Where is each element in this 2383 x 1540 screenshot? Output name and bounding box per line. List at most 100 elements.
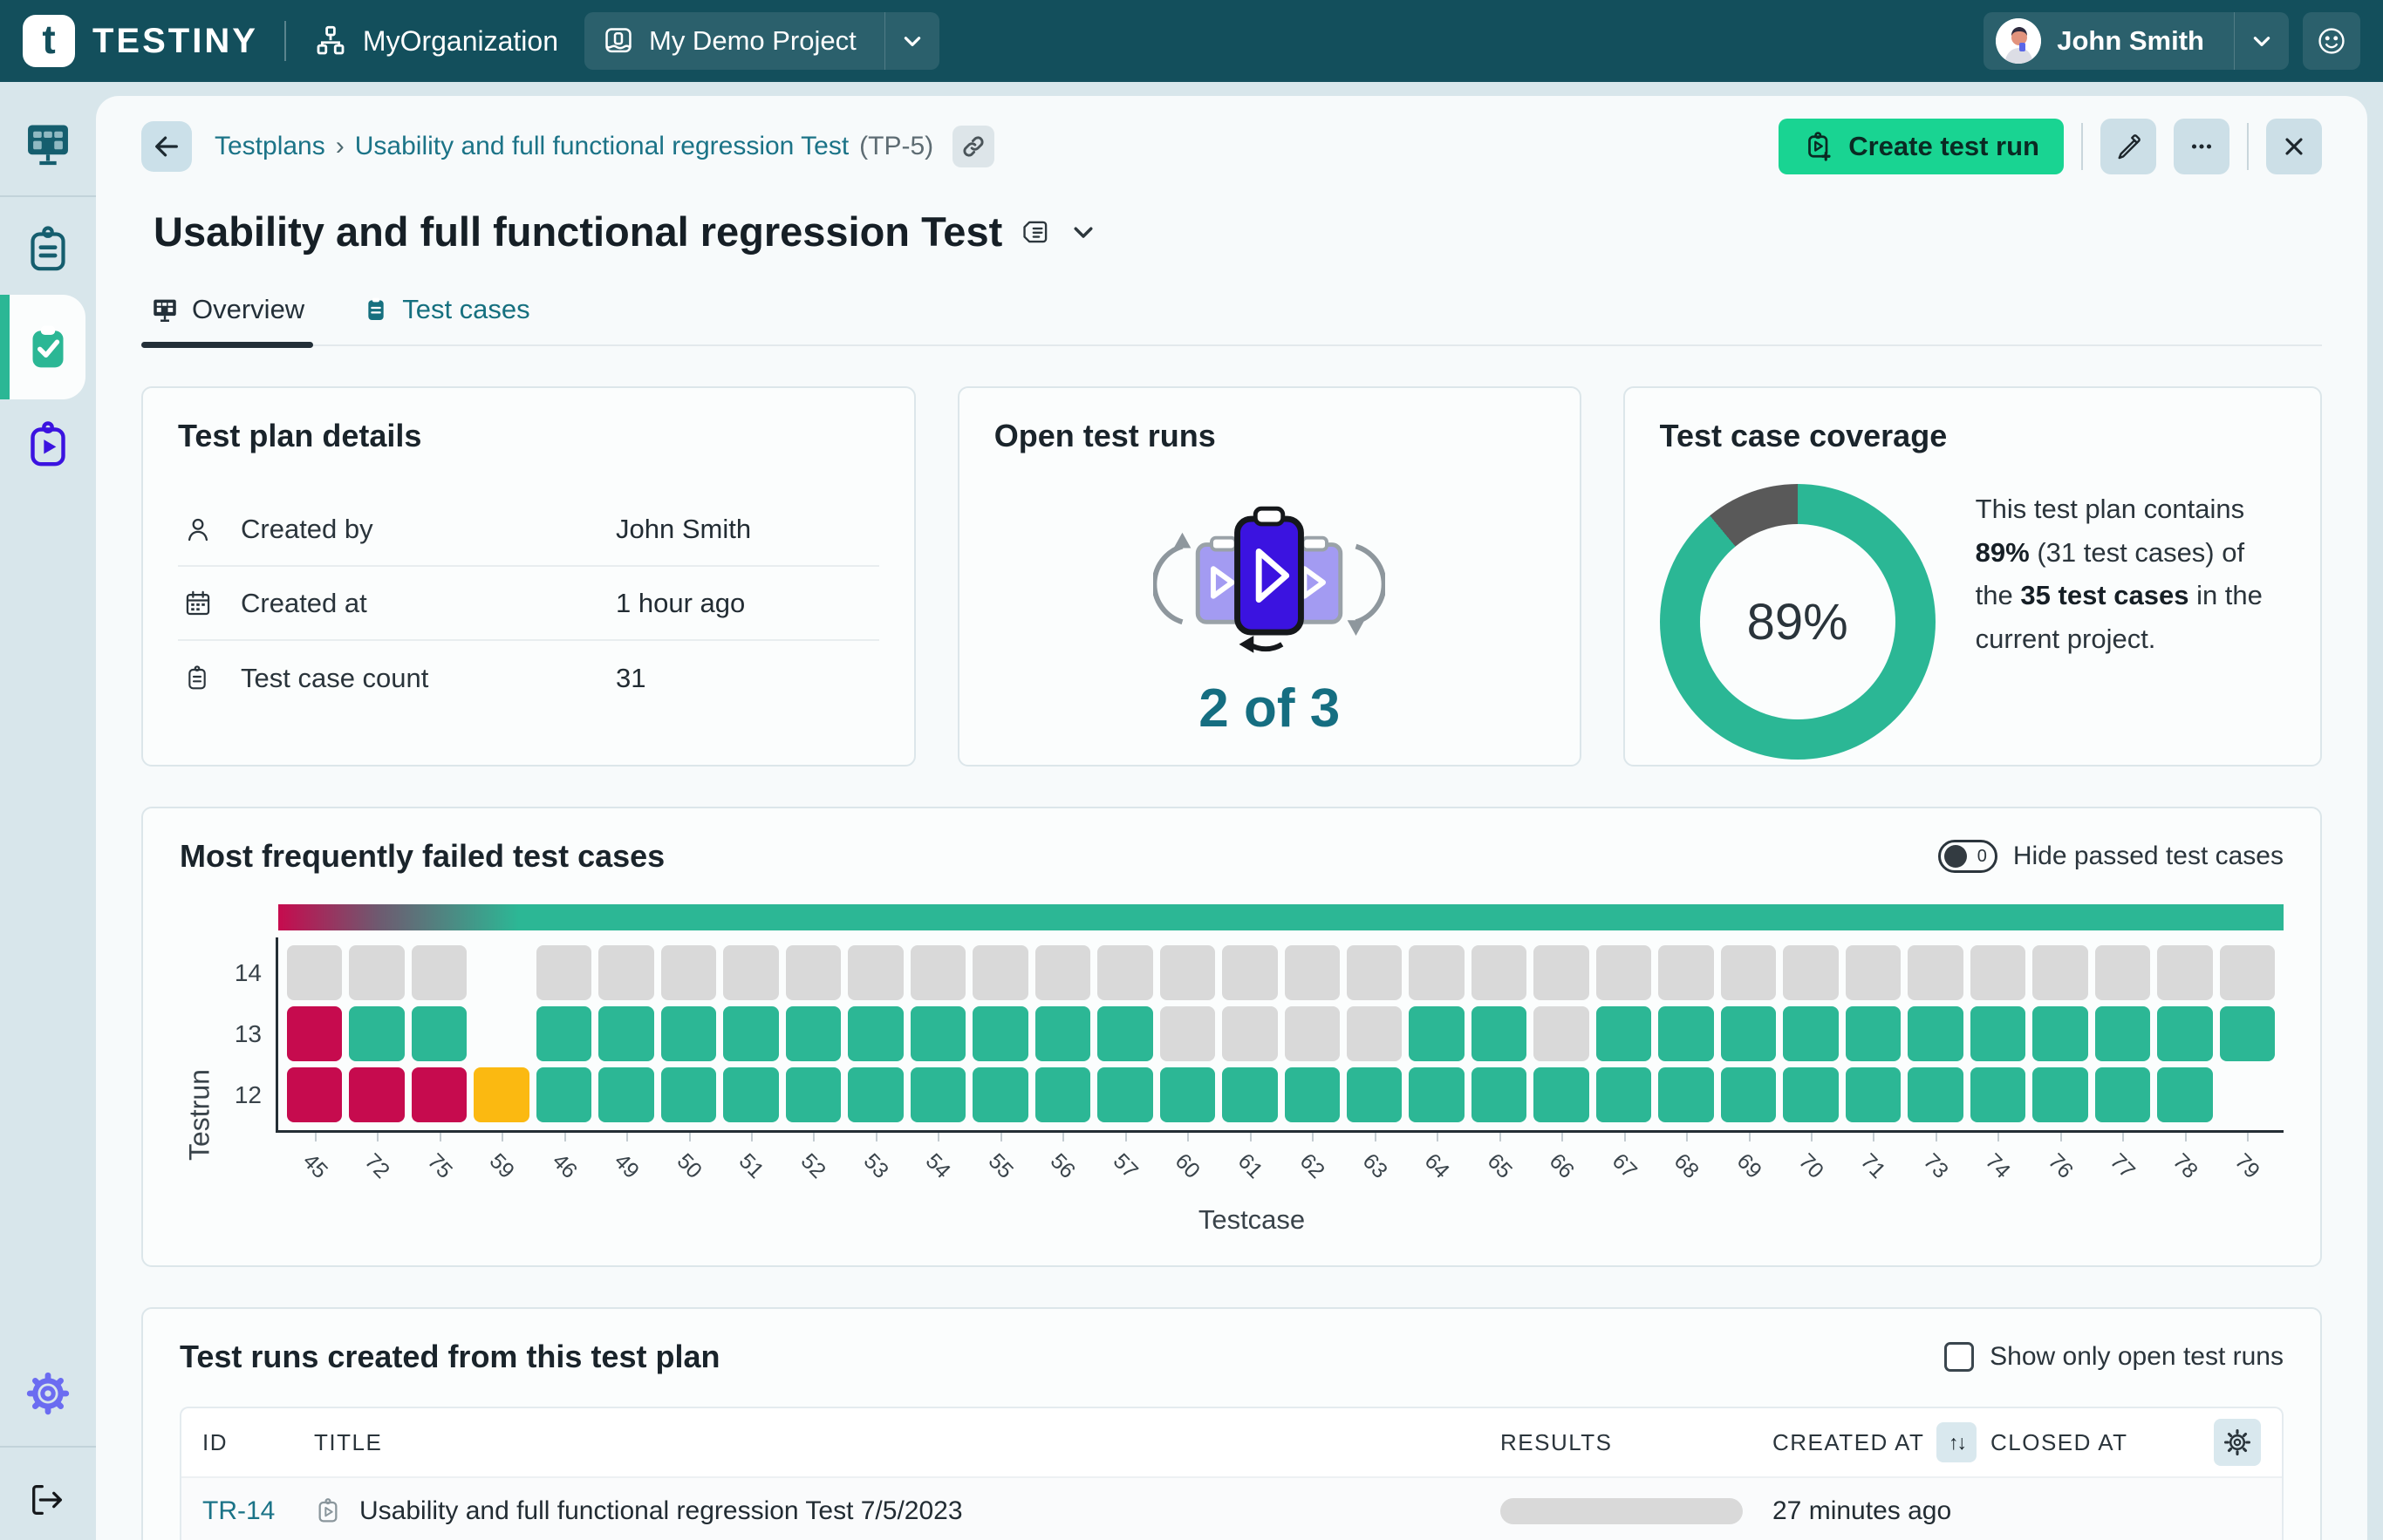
heatmap-cell-46-13[interactable] <box>536 1006 592 1061</box>
heatmap-cell-75-14[interactable] <box>411 945 468 1000</box>
heatmap-cell-75-13[interactable] <box>411 1006 468 1061</box>
sidebar-collapse-button[interactable] <box>0 1460 96 1540</box>
sidebar-item-testcases[interactable] <box>0 209 96 290</box>
create-test-run-button[interactable]: Create test run <box>1779 119 2064 174</box>
heatmap-cell-60-14[interactable] <box>1159 945 1216 1000</box>
heatmap-cell-60-12[interactable] <box>1159 1067 1216 1122</box>
heatmap-cell-65-12[interactable] <box>1471 1067 1527 1122</box>
heatmap-cell-72-12[interactable] <box>349 1067 405 1122</box>
heatmap-cell-70-13[interactable] <box>1783 1006 1839 1061</box>
heatmap-cell-56-14[interactable] <box>1034 945 1091 1000</box>
heatmap-cell-59-14[interactable] <box>474 945 529 1000</box>
heatmap-cell-74-14[interactable] <box>1970 945 2026 1000</box>
heatmap-cell-54-12[interactable] <box>910 1067 966 1122</box>
heatmap-cell-52-13[interactable] <box>785 1006 842 1061</box>
heatmap-cell-56-12[interactable] <box>1034 1067 1091 1122</box>
heatmap-cell-79-13[interactable] <box>2219 1006 2275 1061</box>
description-note-icon[interactable] <box>1020 215 1053 249</box>
project-selector[interactable]: My Demo Project <box>584 12 939 70</box>
back-button[interactable] <box>141 121 192 172</box>
heatmap-cell-73-13[interactable] <box>1908 1006 1963 1061</box>
heatmap-cell-75-12[interactable] <box>411 1067 468 1122</box>
heatmap-cell-54-13[interactable] <box>910 1006 966 1061</box>
heatmap-cell-62-12[interactable] <box>1284 1067 1340 1122</box>
heatmap-cell-64-14[interactable] <box>1409 945 1465 1000</box>
heatmap-cell-49-13[interactable] <box>598 1006 654 1061</box>
heatmap-cell-45-14[interactable] <box>287 945 343 1000</box>
heatmap-cell-55-12[interactable] <box>973 1067 1028 1122</box>
column-header-id[interactable]: ID <box>202 1429 314 1456</box>
heatmap-cell-63-14[interactable] <box>1346 945 1403 1000</box>
heatmap-cell-68-12[interactable] <box>1658 1067 1714 1122</box>
heatmap-cell-79-14[interactable] <box>2219 945 2275 1000</box>
heatmap-cell-53-13[interactable] <box>848 1006 904 1061</box>
hide-passed-toggle[interactable]: 0 <box>1937 840 1997 873</box>
heatmap-cell-77-12[interactable] <box>2094 1067 2151 1122</box>
heatmap-cell-62-13[interactable] <box>1284 1006 1340 1061</box>
heatmap-cell-52-14[interactable] <box>785 945 842 1000</box>
heatmap-cell-78-14[interactable] <box>2157 945 2213 1000</box>
heatmap-cell-65-13[interactable] <box>1471 1006 1527 1061</box>
heatmap-cell-51-12[interactable] <box>723 1067 779 1122</box>
breadcrumb-current-link[interactable]: Usability and full functional regression… <box>355 132 849 161</box>
table-row-TR-14[interactable]: TR-14 Usability and full functional regre… <box>181 1476 2282 1540</box>
heatmap-cell-57-12[interactable] <box>1097 1067 1153 1122</box>
heatmap-cell-49-14[interactable] <box>598 945 654 1000</box>
sidebar-item-testplans-active[interactable] <box>0 295 96 399</box>
heatmap-cell-73-12[interactable] <box>1908 1067 1963 1122</box>
heatmap-cell-78-13[interactable] <box>2157 1006 2213 1061</box>
organization-menu[interactable]: MyOrganization <box>312 23 558 59</box>
brand[interactable]: t TESTINY <box>23 15 258 67</box>
heatmap-cell-63-12[interactable] <box>1346 1067 1403 1122</box>
heatmap-cell-79-12[interactable] <box>2220 1067 2275 1122</box>
heatmap-cell-55-14[interactable] <box>973 945 1028 1000</box>
heatmap-cell-49-12[interactable] <box>598 1067 654 1122</box>
heatmap-cell-54-14[interactable] <box>910 945 966 1000</box>
testrun-link-TR-14[interactable]: TR-14 <box>202 1496 275 1525</box>
heatmap-cell-71-14[interactable] <box>1845 945 1902 1000</box>
heatmap-cell-73-14[interactable] <box>1908 945 1963 1000</box>
heatmap-cell-76-12[interactable] <box>2032 1067 2088 1122</box>
heatmap-cell-66-13[interactable] <box>1533 1006 1589 1061</box>
close-button[interactable] <box>2266 119 2322 174</box>
heatmap-cell-61-14[interactable] <box>1222 945 1278 1000</box>
sidebar-item-dashboard[interactable] <box>0 103 96 183</box>
table-settings-gear-icon[interactable] <box>2214 1419 2261 1466</box>
heatmap-cell-67-14[interactable] <box>1595 945 1652 1000</box>
heatmap-cell-50-14[interactable] <box>660 945 717 1000</box>
feedback-smiley-button[interactable] <box>2303 12 2360 70</box>
heatmap-cell-52-12[interactable] <box>785 1067 842 1122</box>
sidebar-item-testruns[interactable] <box>0 405 96 485</box>
heatmap-cell-77-14[interactable] <box>2094 945 2151 1000</box>
heatmap-cell-53-14[interactable] <box>848 945 904 1000</box>
column-header-results[interactable]: RESULTS <box>1500 1429 1772 1456</box>
heatmap-cell-69-13[interactable] <box>1720 1006 1777 1061</box>
sort-icon[interactable]: ↑↓ <box>1936 1422 1977 1462</box>
heatmap-cell-64-13[interactable] <box>1409 1006 1465 1061</box>
tab-test-cases[interactable]: Test cases <box>362 294 530 344</box>
heatmap-cell-66-12[interactable] <box>1533 1067 1589 1122</box>
heatmap-cell-59-12[interactable] <box>474 1067 529 1122</box>
heatmap-cell-69-14[interactable] <box>1720 945 1777 1000</box>
heatmap-cell-61-13[interactable] <box>1222 1006 1278 1061</box>
heatmap-cell-71-13[interactable] <box>1845 1006 1902 1061</box>
heatmap-cell-78-12[interactable] <box>2157 1067 2213 1122</box>
heatmap-cell-69-12[interactable] <box>1720 1067 1777 1122</box>
heatmap-cell-72-14[interactable] <box>349 945 405 1000</box>
heatmap-cell-62-14[interactable] <box>1284 945 1340 1000</box>
heatmap-cell-64-12[interactable] <box>1409 1067 1465 1122</box>
heatmap-cell-71-12[interactable] <box>1845 1067 1902 1122</box>
heatmap-cell-66-14[interactable] <box>1533 945 1589 1000</box>
heatmap-cell-55-13[interactable] <box>973 1006 1028 1061</box>
heatmap-cell-56-13[interactable] <box>1034 1006 1091 1061</box>
heatmap-cell-61-12[interactable] <box>1222 1067 1278 1122</box>
sidebar-item-settings[interactable] <box>0 1353 96 1434</box>
heatmap-cell-63-13[interactable] <box>1346 1006 1403 1061</box>
heatmap-cell-68-13[interactable] <box>1658 1006 1714 1061</box>
heatmap-cell-70-12[interactable] <box>1783 1067 1839 1122</box>
heatmap-cell-70-14[interactable] <box>1783 945 1839 1000</box>
heatmap-cell-45-12[interactable] <box>287 1067 343 1122</box>
heatmap-cell-53-12[interactable] <box>848 1067 904 1122</box>
heatmap-cell-74-12[interactable] <box>1970 1067 2026 1122</box>
heatmap-cell-72-13[interactable] <box>349 1006 405 1061</box>
